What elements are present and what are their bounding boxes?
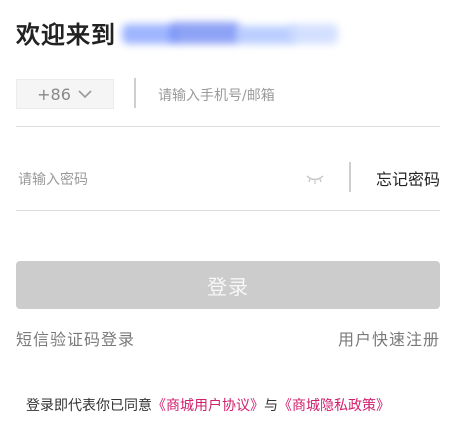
quick-register-link[interactable]: 用户快速注册 xyxy=(338,326,440,350)
sms-login-link[interactable]: 短信验证码登录 xyxy=(16,326,135,350)
login-page: 欢迎来到 +86 忘记密码 登录 短信验证码登录 用户快速注册 xyxy=(0,0,463,435)
password-input[interactable] xyxy=(16,166,290,194)
eye-closed-icon[interactable] xyxy=(306,172,324,186)
agreement-conjunction: 与 xyxy=(264,398,278,414)
divider xyxy=(349,162,351,192)
phone-input-row: +86 xyxy=(16,74,440,127)
privacy-policy-link[interactable]: 《商城隐私政策》 xyxy=(278,398,390,414)
agreement-text: 登录即代表你已同意《商城用户协议》与《商城隐私政策》 xyxy=(26,395,390,415)
obscured-site-name xyxy=(118,16,344,48)
page-title: 欢迎来到 xyxy=(16,20,116,49)
divider xyxy=(134,78,136,108)
agreement-prefix: 登录即代表你已同意 xyxy=(26,398,152,414)
country-code-select[interactable]: +86 xyxy=(16,79,114,109)
user-agreement-link[interactable]: 《商城用户协议》 xyxy=(152,398,264,414)
login-button[interactable]: 登录 xyxy=(16,261,440,309)
page-header: 欢迎来到 xyxy=(16,14,344,50)
password-input-row: 忘记密码 xyxy=(16,160,440,211)
chevron-down-icon xyxy=(78,90,92,99)
country-code-value: +86 xyxy=(37,84,71,104)
phone-email-input[interactable] xyxy=(156,82,440,110)
forgot-password-link[interactable]: 忘记密码 xyxy=(376,166,440,190)
